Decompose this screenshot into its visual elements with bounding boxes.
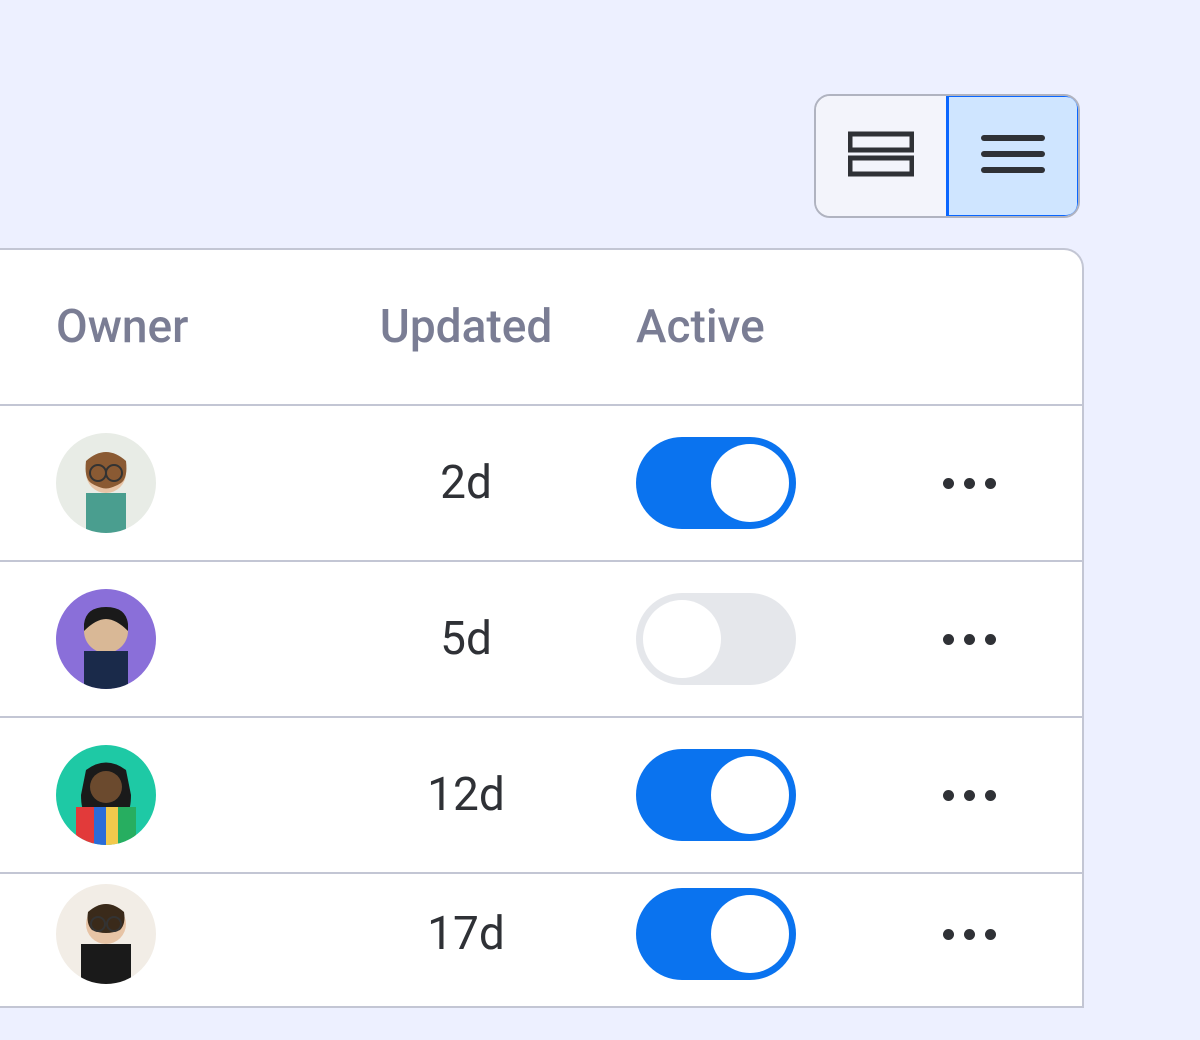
table-row: 12d xyxy=(0,718,1082,874)
toggle-knob xyxy=(711,444,789,522)
updated-value: 12d xyxy=(336,768,636,822)
toggle-knob xyxy=(643,600,721,678)
active-toggle[interactable] xyxy=(636,888,796,980)
dots-icon xyxy=(943,790,954,801)
more-actions-button[interactable] xyxy=(933,780,1006,811)
view-toggle-group xyxy=(814,94,1080,218)
column-header-updated: Updated xyxy=(336,300,636,354)
table-row: 17d xyxy=(0,874,1082,1006)
hamburger-icon xyxy=(980,130,1046,182)
column-header-owner: Owner xyxy=(56,300,336,354)
dots-icon xyxy=(943,478,954,489)
updated-value: 2d xyxy=(336,456,636,510)
view-list-button[interactable] xyxy=(946,94,1080,218)
rows-icon xyxy=(848,130,914,182)
avatar[interactable] xyxy=(56,589,156,689)
more-actions-button[interactable] xyxy=(933,919,1006,950)
updated-value: 17d xyxy=(336,907,636,961)
table-row: 2d xyxy=(0,406,1082,562)
active-toggle[interactable] xyxy=(636,593,796,685)
dots-icon xyxy=(943,634,954,645)
dots-icon xyxy=(943,929,954,940)
view-rows-button[interactable] xyxy=(816,96,946,216)
data-table: Owner Updated Active 2d xyxy=(0,248,1084,1008)
table-header-row: Owner Updated Active xyxy=(0,250,1082,406)
avatar[interactable] xyxy=(56,433,156,533)
more-actions-button[interactable] xyxy=(933,468,1006,499)
active-toggle[interactable] xyxy=(636,749,796,841)
column-header-active: Active xyxy=(636,300,896,354)
toggle-knob xyxy=(711,895,789,973)
more-actions-button[interactable] xyxy=(933,624,1006,655)
avatar[interactable] xyxy=(56,745,156,845)
avatar[interactable] xyxy=(56,884,156,984)
updated-value: 5d xyxy=(336,612,636,666)
table-row: 5d xyxy=(0,562,1082,718)
active-toggle[interactable] xyxy=(636,437,796,529)
toggle-knob xyxy=(711,756,789,834)
